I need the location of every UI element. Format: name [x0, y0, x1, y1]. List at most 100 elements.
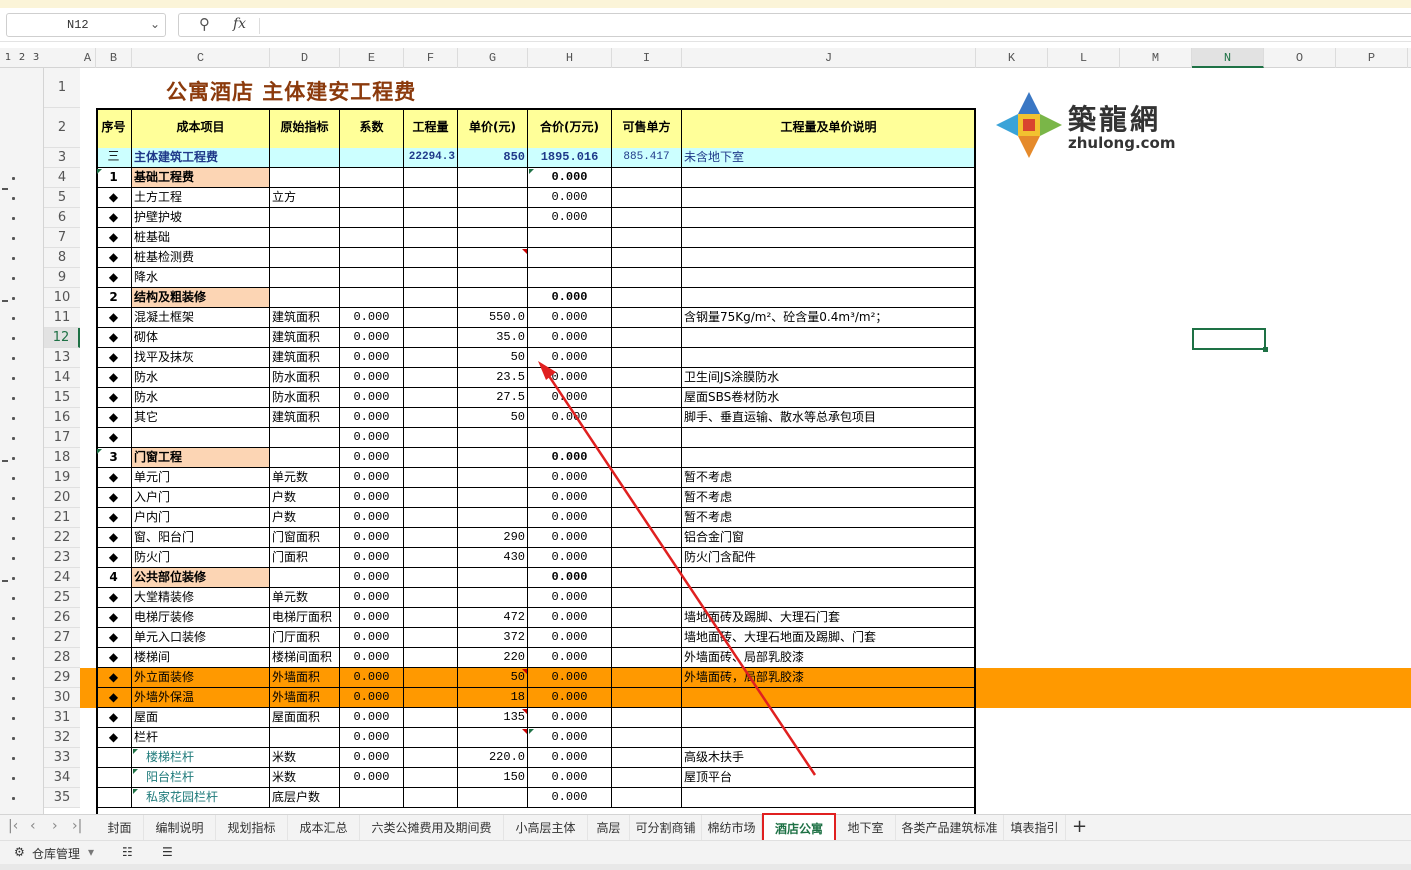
sheet-tab-5[interactable]: 六类公摊费用及期间费 [360, 815, 504, 841]
outline-dot[interactable] [12, 397, 15, 400]
column-header-n[interactable]: N [1192, 48, 1264, 68]
sheet-tab-12[interactable]: 各类产品建筑标准 [896, 815, 1004, 841]
sheet-tab-3[interactable]: 规划指标 [216, 815, 288, 841]
row-header-10[interactable]: 10 [44, 288, 80, 308]
column-header-j[interactable]: J [682, 48, 976, 68]
row-header-13[interactable]: 13 [44, 348, 80, 368]
row-header-2[interactable]: 2 [44, 108, 80, 148]
row-header-11[interactable]: 11 [44, 308, 80, 328]
row-header-6[interactable]: 6 [44, 208, 80, 228]
outline-bracket[interactable] [2, 580, 8, 582]
outline-dot[interactable] [12, 257, 15, 260]
selected-cell-n12[interactable] [1192, 328, 1268, 352]
fill-handle[interactable] [1263, 347, 1268, 352]
next-sheet-icon[interactable]: › [52, 818, 58, 834]
outline-dot[interactable] [12, 477, 15, 480]
outline-dot[interactable] [12, 457, 15, 460]
column-header-g[interactable]: G [458, 48, 528, 68]
row-header-14[interactable]: 14 [44, 368, 80, 388]
outline-level-button[interactable]: 2 [16, 48, 28, 68]
sheet-tab-9[interactable]: 棉纺市场 [702, 815, 762, 841]
outline-dot[interactable] [12, 417, 15, 420]
outline-dot[interactable] [12, 177, 15, 180]
column-header-k[interactable]: K [976, 48, 1048, 68]
warehouse-icon[interactable]: ⚙ [14, 845, 25, 859]
sheet-tab-6[interactable]: 小高层主体 [504, 815, 588, 841]
outline-dot[interactable] [12, 657, 15, 660]
outline-dot[interactable] [12, 537, 15, 540]
row-header-33[interactable]: 33 [44, 748, 80, 768]
outline-dot[interactable] [12, 577, 15, 580]
row-header-15[interactable]: 15 [44, 388, 80, 408]
first-sheet-icon[interactable]: |‹ [8, 818, 18, 834]
outline-dot[interactable] [12, 297, 15, 300]
sheet-tab-7[interactable]: 高层 [588, 815, 630, 841]
column-header-o[interactable]: O [1264, 48, 1336, 68]
chevron-down-icon[interactable]: ⌄ [150, 17, 160, 31]
sheet-tab-2[interactable]: 编制说明 [144, 815, 216, 841]
column-header-m[interactable]: M [1120, 48, 1192, 68]
sheet-tab-13[interactable]: 填表指引 [1004, 815, 1066, 841]
sheet-tab-4[interactable]: 成本汇总 [288, 815, 360, 841]
outline-dot[interactable] [12, 717, 15, 720]
outline-bracket[interactable] [2, 188, 8, 190]
outline-dot[interactable] [12, 517, 15, 520]
column-header-f[interactable]: F [404, 48, 458, 68]
row-header-16[interactable]: 16 [44, 408, 80, 428]
column-header-h[interactable]: H [528, 48, 612, 68]
row-header-25[interactable]: 25 [44, 588, 80, 608]
row-header-35[interactable]: 35 [44, 788, 80, 808]
outline-dot[interactable] [12, 777, 15, 780]
outline-level-button[interactable]: 1 [2, 48, 14, 68]
outline-level-button[interactable]: 3 [30, 48, 42, 68]
outline-dot[interactable] [12, 797, 15, 800]
row-header-27[interactable]: 27 [44, 628, 80, 648]
outline-dot[interactable] [12, 677, 15, 680]
outline-dot[interactable] [12, 557, 15, 560]
outline-dot[interactable] [12, 217, 15, 220]
macro-icon[interactable]: ☷ [122, 845, 133, 859]
row-header-20[interactable]: 20 [44, 488, 80, 508]
sheet-tab-11[interactable]: 地下室 [836, 815, 896, 841]
fx-icon[interactable]: fx [233, 16, 246, 32]
row-header-8[interactable]: 8 [44, 248, 80, 268]
column-header-b[interactable]: B [96, 48, 132, 68]
outline-dot[interactable] [12, 437, 15, 440]
column-header-c[interactable]: C [132, 48, 270, 68]
row-header-17[interactable]: 17 [44, 428, 80, 448]
column-header-a[interactable]: A [80, 48, 96, 68]
last-sheet-icon[interactable]: ›| [72, 818, 82, 834]
outline-dot[interactable] [12, 317, 15, 320]
outline-dot[interactable] [12, 337, 15, 340]
outline-bracket[interactable] [2, 460, 8, 462]
column-header-d[interactable]: D [270, 48, 340, 68]
row-header-32[interactable]: 32 [44, 728, 80, 748]
formula-input[interactable]: ⚲ fx [178, 13, 1411, 37]
page-view-icon[interactable]: ☰ [162, 845, 173, 859]
row-header-22[interactable]: 22 [44, 528, 80, 548]
outline-dot[interactable] [12, 617, 15, 620]
prev-sheet-icon[interactable]: ‹ [30, 818, 36, 834]
outline-dot[interactable] [12, 697, 15, 700]
row-header-31[interactable]: 31 [44, 708, 80, 728]
row-header-29[interactable]: 29 [44, 668, 80, 688]
row-header-5[interactable]: 5 [44, 188, 80, 208]
row-header-28[interactable]: 28 [44, 648, 80, 668]
outline-dot[interactable] [12, 597, 15, 600]
row-header-3[interactable]: 3 [44, 148, 80, 168]
add-sheet-button[interactable]: + [1072, 816, 1087, 837]
warehouse-menu-icon[interactable]: ▾ [88, 845, 94, 859]
sheet-tab-8[interactable]: 可分割商铺 [630, 815, 702, 841]
row-header-24[interactable]: 24 [44, 568, 80, 588]
name-box[interactable]: N12 ⌄ [6, 13, 166, 37]
zoom-icon[interactable]: ⚲ [199, 15, 210, 33]
row-header-12[interactable]: 12 [44, 328, 80, 348]
column-header-p[interactable]: P [1336, 48, 1408, 68]
row-header-19[interactable]: 19 [44, 468, 80, 488]
outline-dot[interactable] [12, 377, 15, 380]
outline-dot[interactable] [12, 757, 15, 760]
column-header-l[interactable]: L [1048, 48, 1120, 68]
row-header-1[interactable]: 1 [44, 68, 80, 108]
row-header-4[interactable]: 4 [44, 168, 80, 188]
row-header-23[interactable]: 23 [44, 548, 80, 568]
